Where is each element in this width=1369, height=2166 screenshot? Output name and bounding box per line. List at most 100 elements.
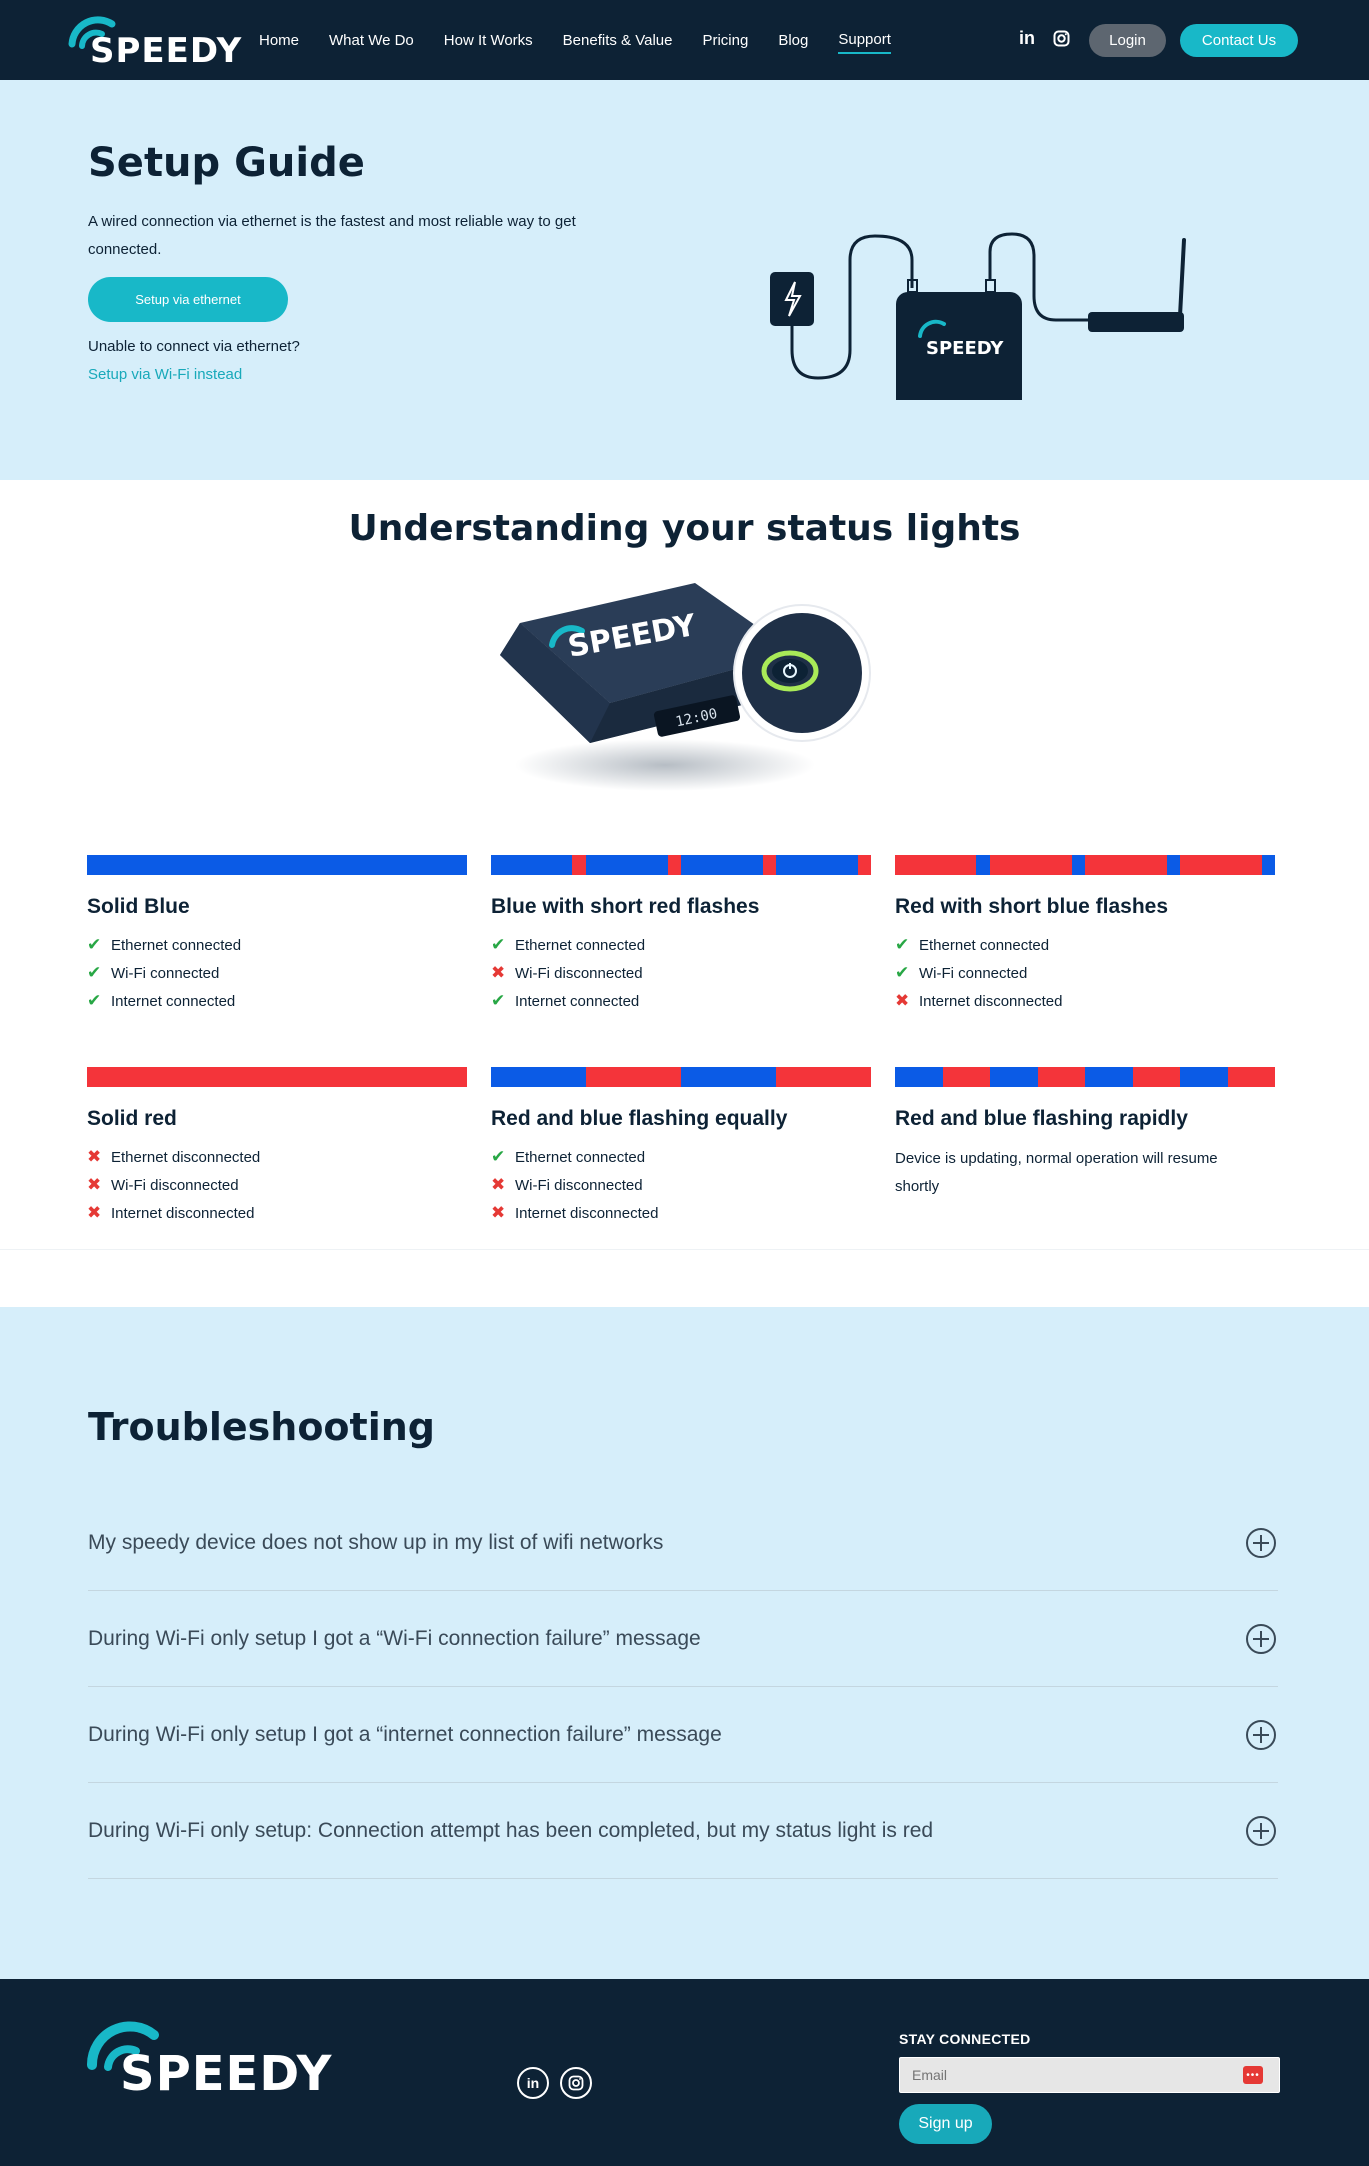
light-segment-blue bbox=[748, 855, 763, 875]
status-card-title: Solid Blue bbox=[87, 895, 190, 918]
light-segment-blue bbox=[504, 855, 519, 875]
setup-title: Setup Guide bbox=[88, 140, 365, 186]
faq-question: During Wi-Fi only setup I got a “Wi-Fi c… bbox=[88, 1626, 701, 1650]
speedy-device-image: SPEEDY 12:00 bbox=[500, 583, 871, 791]
light-segment-red bbox=[1248, 855, 1262, 875]
light-segment-red bbox=[776, 1067, 871, 1087]
status-item: ✔ Ethernet connected bbox=[491, 931, 871, 959]
light-segment-red bbox=[1152, 855, 1167, 875]
nav-support[interactable]: Support bbox=[838, 27, 891, 54]
login-button[interactable]: Login bbox=[1089, 24, 1166, 57]
status-card-flashing-equally: Red and blue flashing equally ✔ Ethernet … bbox=[491, 1067, 871, 1227]
light-segment-red bbox=[922, 855, 936, 875]
troubleshooting-section: Troubleshooting My speedy device does no… bbox=[0, 1307, 1369, 1979]
light-segment-blue bbox=[531, 855, 546, 875]
setup-ethernet-button[interactable]: Setup via ethernet bbox=[88, 277, 288, 322]
light-segment-blue bbox=[491, 855, 505, 875]
light-segment-blue bbox=[1085, 1067, 1133, 1087]
status-item: ✔ Wi-Fi connected bbox=[87, 959, 467, 987]
faq-item[interactable]: My speedy device does not show up in my … bbox=[88, 1495, 1278, 1591]
nav-pricing[interactable]: Pricing bbox=[702, 28, 748, 53]
setup-wifi-link[interactable]: Setup via Wi-Fi instead bbox=[88, 366, 242, 383]
status-card-list: ✔ Ethernet connected ✖ Wi-Fi disconnected ✖ I… bbox=[491, 1143, 871, 1227]
status-item: ✔ Ethernet connected bbox=[895, 931, 1275, 959]
status-item: ✔ Ethernet connected bbox=[87, 931, 467, 959]
expand-plus-icon[interactable] bbox=[1246, 1527, 1276, 1558]
faq-item[interactable]: During Wi-Fi only setup: Connection atte… bbox=[88, 1783, 1278, 1879]
setup-guide-section: Setup Guide A wired connection via ether… bbox=[0, 80, 1369, 480]
light-segment-blue bbox=[1180, 1067, 1228, 1087]
status-lights-title: Understanding your status lights bbox=[348, 508, 1021, 549]
light-segment-red bbox=[895, 855, 909, 875]
contact-us-button[interactable]: Contact Us bbox=[1180, 24, 1298, 57]
check-icon: ✔ bbox=[895, 963, 910, 982]
status-lights-section: Understanding your status lights SPEEDY … bbox=[0, 480, 1369, 1250]
status-item-label: Wi-Fi disconnected bbox=[111, 1176, 239, 1194]
signup-button[interactable]: Sign up bbox=[899, 2104, 992, 2144]
nav-what-we-do[interactable]: What We Do bbox=[329, 28, 414, 53]
cross-icon: ✖ bbox=[491, 963, 506, 982]
light-segment-red bbox=[1085, 855, 1099, 875]
expand-plus-icon[interactable] bbox=[1246, 1815, 1276, 1846]
status-item-label: Ethernet disconnected bbox=[111, 1148, 261, 1166]
light-segment-blue bbox=[491, 1067, 586, 1087]
light-segment-blue bbox=[1261, 855, 1276, 875]
status-item-label: Wi-Fi disconnected bbox=[515, 964, 643, 982]
light-segment-blue bbox=[789, 855, 804, 875]
light-segment-blue bbox=[990, 1067, 1038, 1087]
status-item-label: Internet disconnected bbox=[515, 1204, 659, 1222]
header-logo[interactable]: SPEEDY bbox=[66, 14, 241, 71]
instagram-icon[interactable] bbox=[1050, 30, 1072, 47]
light-segment-red bbox=[1180, 855, 1194, 875]
status-item-label: Ethernet connected bbox=[919, 936, 1050, 954]
status-card-flashing-rapidly: Red and blue flashing rapidly Device is … bbox=[895, 1067, 1275, 1201]
troubleshooting-title: Troubleshooting bbox=[88, 1405, 435, 1449]
footer-logo[interactable]: SPEEDY bbox=[86, 2021, 331, 2102]
cross-icon: ✖ bbox=[87, 1175, 102, 1194]
check-icon: ✔ bbox=[87, 963, 102, 982]
light-segment-blue bbox=[640, 855, 654, 875]
expand-plus-icon[interactable] bbox=[1246, 1719, 1276, 1750]
check-icon: ✔ bbox=[491, 1147, 506, 1166]
faq-item[interactable]: During Wi-Fi only setup I got a “Wi-Fi c… bbox=[88, 1591, 1278, 1687]
status-card-title: Blue with short red flashes bbox=[491, 895, 760, 918]
email-input[interactable] bbox=[899, 2057, 1280, 2093]
password-manager-icon[interactable]: ••• bbox=[1243, 2066, 1263, 2084]
light-segment-red bbox=[762, 855, 777, 875]
status-item-label: Wi-Fi disconnected bbox=[515, 1176, 643, 1194]
stay-connected-label: STAY CONNECTED bbox=[899, 2031, 1031, 2047]
instagram-icon[interactable] bbox=[560, 2067, 592, 2099]
status-card-red-blue-flashes: Red with short blue flashes ✔ Ethernet co… bbox=[895, 855, 1276, 1015]
nav-how-it-works[interactable]: How It Works bbox=[444, 28, 533, 53]
status-item: ✔ Ethernet connected bbox=[491, 1143, 871, 1171]
light-segment-blue bbox=[518, 855, 532, 875]
faq-list: My speedy device does not show up in my … bbox=[88, 1495, 1278, 1879]
status-card-solid-blue: Solid Blue ✔ Ethernet connected ✔ Wi-Fi con… bbox=[87, 855, 467, 1015]
status-item-label: Internet connected bbox=[111, 992, 236, 1010]
cross-icon: ✖ bbox=[491, 1175, 506, 1194]
status-item: ✖ Ethernet disconnected bbox=[87, 1143, 467, 1171]
light-segment-red bbox=[1227, 1067, 1275, 1087]
status-item: ✖ Wi-Fi disconnected bbox=[491, 1171, 871, 1199]
linkedin-icon[interactable]: in bbox=[1016, 28, 1038, 49]
nav-benefits-value[interactable]: Benefits & Value bbox=[563, 28, 673, 53]
nav-blog[interactable]: Blog bbox=[778, 28, 808, 53]
light-segment-blue bbox=[721, 855, 736, 875]
light-segment-red bbox=[586, 1067, 681, 1087]
linkedin-icon[interactable]: in bbox=[517, 2067, 549, 2099]
light-segment-blue bbox=[844, 855, 858, 875]
light-segment-red bbox=[935, 855, 950, 875]
faq-item[interactable]: During Wi-Fi only setup I got a “interne… bbox=[88, 1687, 1278, 1783]
light-segment-blue bbox=[895, 1067, 943, 1087]
site-header: SPEEDY Home What We Do How It Works Bene… bbox=[0, 0, 1369, 80]
light-segment-red bbox=[1193, 855, 1208, 875]
status-item-label: Ethernet connected bbox=[111, 936, 242, 954]
nav-home[interactable]: Home bbox=[259, 28, 299, 53]
light-segment-blue bbox=[681, 1067, 776, 1087]
light-segment-blue bbox=[558, 855, 573, 875]
faq-question: My speedy device does not show up in my … bbox=[88, 1530, 664, 1554]
expand-plus-icon[interactable] bbox=[1246, 1623, 1276, 1654]
light-segment-red bbox=[908, 855, 923, 875]
status-item: ✔ Wi-Fi connected bbox=[895, 959, 1275, 987]
light-pattern-bar bbox=[491, 855, 872, 875]
